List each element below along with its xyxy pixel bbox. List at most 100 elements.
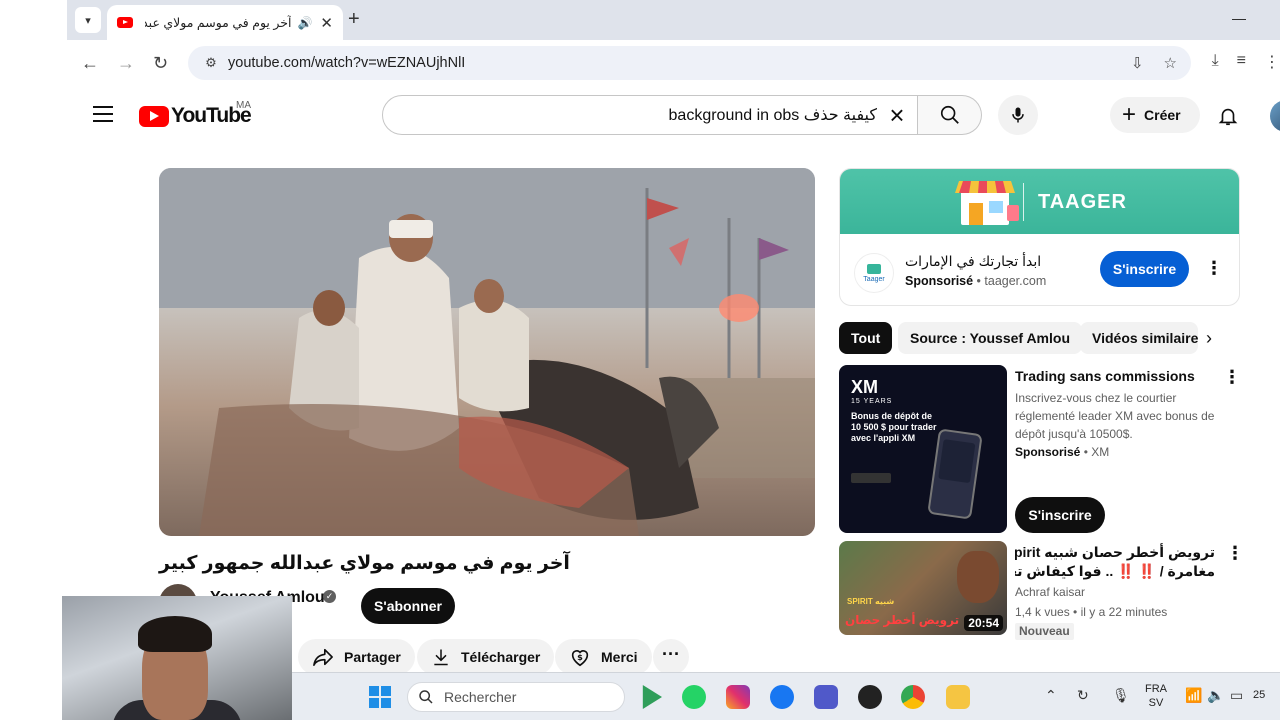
thumbnail-person <box>957 551 999 603</box>
xm-years: 15 YEARS <box>851 398 893 405</box>
subscribe-button[interactable]: S'abonner <box>361 588 455 624</box>
volume-icon[interactable]: 🔈 <box>1207 687 1224 704</box>
taager-logo-icon <box>867 263 881 274</box>
install-app-icon[interactable]: ⇩ <box>1131 54 1144 72</box>
video-player[interactable] <box>159 168 815 536</box>
clock[interactable]: 25 <box>1253 689 1265 701</box>
bell-icon <box>1218 108 1238 126</box>
new-badge: Nouveau <box>1015 623 1074 640</box>
language-indicator[interactable]: FRA SV <box>1145 682 1167 710</box>
windows-start-icon[interactable] <box>369 686 391 708</box>
rec-channel[interactable]: Achraf kaisar <box>1015 583 1085 601</box>
ad-banner[interactable]: TAAGER <box>840 169 1239 234</box>
battery-icon[interactable]: ▭ <box>1230 687 1243 704</box>
new-tab-button[interactable]: + <box>348 8 360 30</box>
instagram-icon[interactable] <box>726 685 750 709</box>
browser-menu-icon[interactable]: ⋮ <box>1264 52 1280 72</box>
rec-more-icon[interactable]: ⋮ <box>1223 368 1241 386</box>
teams-icon[interactable] <box>814 685 838 709</box>
video-title: آخر يوم في موسم مولاي عبدالله جمهور كبير <box>159 553 570 574</box>
keyboard-layout: SV <box>1148 697 1164 709</box>
ad-more-icon[interactable]: ⋮ <box>1205 259 1223 277</box>
tab-search-button[interactable]: ▾ <box>75 7 101 33</box>
url-text[interactable]: youtube.com/watch?v=wEZNAUjhNlI <box>228 55 465 71</box>
shop-icon <box>955 181 1019 225</box>
obs-icon[interactable] <box>858 685 882 709</box>
rec-title-line1[interactable]: ترويض أخطر حصان شبيه spirit 😱 <box>1015 543 1215 561</box>
thumbnail-label-secondary: SPIRIT شبيه <box>847 597 895 606</box>
search-input[interactable]: كيفية حذف background in obs × <box>382 95 918 135</box>
chevron-right-icon[interactable]: › <box>1206 328 1212 349</box>
browser-tab-bar: ▾ آخر يوم في موسم مولاي عبدالله 🔊 ✕ + — <box>67 0 1280 40</box>
file-explorer-icon[interactable] <box>946 685 970 709</box>
video-duration: 20:54 <box>964 615 1003 631</box>
reading-list-icon[interactable]: ≡ <box>1237 52 1246 72</box>
search-query[interactable]: كيفية حذف background in obs <box>399 105 877 125</box>
create-button[interactable]: + Créer <box>1110 97 1200 133</box>
speaker-icon[interactable]: 🔊 <box>297 16 312 30</box>
forward-button[interactable]: → <box>117 52 135 74</box>
webcam-hair <box>138 616 212 652</box>
ad-title[interactable]: ابدأ تجارتك في الإمارات <box>905 253 1041 270</box>
rec-age: il y a 22 minutes <box>1080 605 1168 619</box>
more-actions-button[interactable]: ··· <box>653 639 689 675</box>
super-thanks-icon: $ <box>571 650 589 667</box>
screen: ▾ آخر يوم في موسم مولاي عبدالله 🔊 ✕ + — … <box>0 0 1280 720</box>
minimize-window-icon[interactable]: — <box>1232 10 1246 26</box>
rec-title[interactable]: Trading sans commissions <box>1015 367 1215 385</box>
video-thumbnail[interactable]: SPIRIT شبيه ترويض أخطر حصان 20:54 <box>839 541 1007 635</box>
youtube-logo[interactable]: YouTube <box>139 104 252 128</box>
rec-more-icon[interactable]: ⋮ <box>1226 544 1244 562</box>
bookmark-star-icon[interactable]: ☆ <box>1164 54 1177 72</box>
xm-rating-badge <box>851 473 891 483</box>
chip-all[interactable]: Tout <box>839 322 893 354</box>
sponsored-ad-card[interactable]: TAAGER Taager ابدأ تجارتك في الإمارات Sp… <box>839 168 1240 306</box>
media-player-icon[interactable] <box>642 685 662 709</box>
taager-logo[interactable]: Taager <box>854 253 894 293</box>
downloads-icon[interactable]: ⤓ <box>1212 52 1219 72</box>
svg-text:$: $ <box>577 652 583 662</box>
search-icon <box>940 105 959 124</box>
share-button[interactable]: Partager <box>298 639 415 675</box>
chip-source[interactable]: Source : Youssef Amlou <box>898 322 1082 354</box>
whatsapp-icon[interactable] <box>682 685 706 709</box>
address-bar[interactable]: ⚙ youtube.com/watch?v=wEZNAUjhNlI ⇩ ☆ <box>188 46 1191 80</box>
show-hidden-icons[interactable]: ⌃ <box>1045 687 1057 704</box>
account-avatar[interactable] <box>1270 100 1280 132</box>
microphone-tray-icon[interactable]: 🎙 <box>1112 687 1130 704</box>
search-icon <box>419 690 433 704</box>
voice-search-button[interactable] <box>998 95 1038 135</box>
browser-tab-active[interactable]: آخر يوم في موسم مولاي عبدالله 🔊 ✕ <box>107 5 343 40</box>
download-button[interactable]: Télécharger <box>417 639 555 675</box>
search-button[interactable] <box>918 95 982 135</box>
back-button[interactable]: ← <box>81 52 99 74</box>
share-label: Partager <box>344 649 401 665</box>
close-tab-icon[interactable]: ✕ <box>320 14 333 32</box>
chip-similar[interactable]: Vidéos similaires <box>1080 322 1198 354</box>
ad-divider <box>1023 183 1024 221</box>
facebook-icon[interactable] <box>770 685 794 709</box>
chrome-icon[interactable] <box>901 685 925 709</box>
reload-button[interactable]: ↻ <box>153 52 168 74</box>
youtube-header: YouTube MA كيفية حذف background in obs ×… <box>67 86 1280 146</box>
clear-search-icon[interactable]: × <box>877 100 917 131</box>
taskbar-search[interactable]: Rechercher <box>407 682 625 712</box>
rec-stats: 1,4 k vues • il y a 22 minutes <box>1015 605 1168 619</box>
ad-meta: Sponsorisé • taager.com <box>905 274 1047 288</box>
left-margin <box>0 0 67 720</box>
menu-icon[interactable] <box>93 106 113 122</box>
rec-title-line2[interactable]: مغامرة / ‼️ ‼️ .. فوا كيفاش تعاملنا معاه <box>1015 562 1215 580</box>
site-info-icon[interactable]: ⚙ <box>194 55 228 71</box>
notifications-button[interactable] <box>1217 104 1239 133</box>
ad-brand-name: TAAGER <box>1038 191 1127 213</box>
download-icon <box>434 649 448 666</box>
wifi-icon[interactable]: 📶 <box>1185 687 1202 704</box>
xm-ad-thumbnail[interactable]: XM 15 YEARS Bonus de dépôt de 10 500 $ p… <box>839 365 1007 533</box>
plus-icon: + <box>1122 101 1137 128</box>
sync-icon[interactable]: ↻ <box>1077 687 1089 704</box>
xm-signup-button[interactable]: S'inscrire <box>1015 497 1105 533</box>
taager-logo-text: Taager <box>863 275 885 283</box>
thanks-button[interactable]: $ Merci <box>555 639 652 675</box>
ad-signup-button[interactable]: S'inscrire <box>1100 251 1189 287</box>
tab-title: آخر يوم في موسم مولاي عبدالله <box>145 16 292 30</box>
